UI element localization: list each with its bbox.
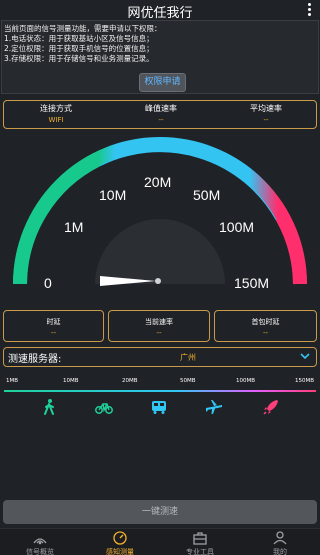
server-label: 测速服务器: bbox=[8, 354, 62, 365]
speed-scale-bar bbox=[4, 390, 316, 392]
speed-gauge: 0 1M 10M 20M 50M 100M 150M bbox=[13, 137, 307, 291]
tab-signal-overview[interactable]: 信号概览 bbox=[0, 529, 80, 555]
connection-stats: 连接方式 WIFI 峰值速率 -- 平均速率 -- bbox=[3, 100, 317, 129]
speedometer-icon bbox=[113, 531, 127, 545]
title-bar: 网优任我行 bbox=[0, 0, 320, 21]
gauge-tick-10m: 10M bbox=[99, 187, 126, 203]
tab-label: 信号概览 bbox=[26, 548, 54, 555]
gauge-tick-50m: 50M bbox=[193, 187, 220, 203]
latency-label: 时延 bbox=[46, 318, 61, 326]
latency-tile: 时延 -- bbox=[3, 310, 104, 342]
current-rate-label: 当前速率 bbox=[145, 318, 173, 326]
gauge-tick-1m: 1M bbox=[64, 219, 83, 235]
server-selector[interactable]: 测速服务器: 广州 bbox=[3, 347, 317, 367]
average-rate: 平均速率 -- bbox=[216, 103, 316, 124]
scale-label: 10MB bbox=[63, 378, 79, 384]
speed-scale: 1MB 10MB 20MB 50MB 100MB 150MB bbox=[4, 378, 316, 386]
latency-value: -- bbox=[50, 329, 57, 337]
peak-rate-value: -- bbox=[158, 116, 164, 124]
permission-notice: 当前页面的信号测量功能，需要申请以下权限： 1.电话状态：用于获取基站小区及信号… bbox=[1, 20, 319, 94]
app-title: 网优任我行 bbox=[127, 6, 193, 21]
bicycle-icon bbox=[95, 403, 113, 414]
first-packet-label: 首包时延 bbox=[251, 318, 280, 326]
scale-label: 20MB bbox=[122, 378, 138, 384]
chevron-down-icon bbox=[300, 353, 310, 360]
walk-icon bbox=[44, 399, 54, 415]
more-menu-icon[interactable] bbox=[304, 2, 314, 18]
speed-category-icons bbox=[0, 398, 320, 416]
toolbox-icon bbox=[193, 532, 207, 545]
tab-pro-tools[interactable]: 专业工具 bbox=[160, 529, 240, 555]
permission-request-button[interactable]: 权限申请 bbox=[139, 73, 186, 92]
peak-rate-label: 峰值速率 bbox=[145, 104, 177, 113]
current-rate-tile: 当前速率 -- bbox=[108, 310, 210, 342]
first-packet-tile: 首包时延 -- bbox=[214, 310, 317, 342]
peak-rate: 峰值速率 -- bbox=[111, 103, 211, 124]
gauge-needle-hub bbox=[155, 278, 161, 284]
average-rate-label: 平均速率 bbox=[250, 104, 282, 113]
tab-label: 感知测量 bbox=[106, 548, 134, 555]
gauge-tick-100m: 100M bbox=[219, 219, 254, 235]
gauge-tick-0: 0 bbox=[44, 275, 52, 291]
start-speed-test-button[interactable]: 一键测速 bbox=[3, 500, 317, 524]
person-icon bbox=[273, 531, 287, 545]
gauge-dial-face bbox=[95, 219, 225, 284]
tab-label: 专业工具 bbox=[186, 548, 214, 555]
connection-type: 连接方式 WIFI bbox=[6, 103, 106, 124]
scale-label: 150MB bbox=[295, 378, 315, 384]
tab-mine[interactable]: 我的 bbox=[240, 529, 320, 555]
signal-icon bbox=[33, 538, 47, 545]
permission-line: 3.存储权限：用于存储信号和业务测量记录。 bbox=[4, 54, 154, 63]
tab-label: 我的 bbox=[273, 548, 287, 555]
scale-label: 100MB bbox=[236, 378, 256, 384]
airplane-icon bbox=[206, 400, 222, 414]
current-rate-value: -- bbox=[156, 329, 162, 337]
scale-label: 50MB bbox=[180, 378, 196, 384]
scale-label: 1MB bbox=[6, 378, 19, 384]
average-rate-value: -- bbox=[263, 116, 269, 124]
gauge-tick-150m: 150M bbox=[234, 275, 269, 291]
rocket-icon bbox=[263, 400, 278, 415]
first-packet-value: -- bbox=[262, 329, 269, 337]
connection-type-value: WIFI bbox=[48, 116, 64, 124]
tab-perception-measure[interactable]: 感知测量 bbox=[80, 529, 160, 555]
bus-icon bbox=[152, 401, 166, 414]
gauge-tick-20m: 20M bbox=[144, 174, 171, 190]
server-value: 广州 bbox=[180, 353, 196, 362]
connection-type-label: 连接方式 bbox=[40, 104, 72, 113]
bottom-tab-bar: 信号概览 感知测量 专业工具 我的 bbox=[0, 528, 320, 555]
